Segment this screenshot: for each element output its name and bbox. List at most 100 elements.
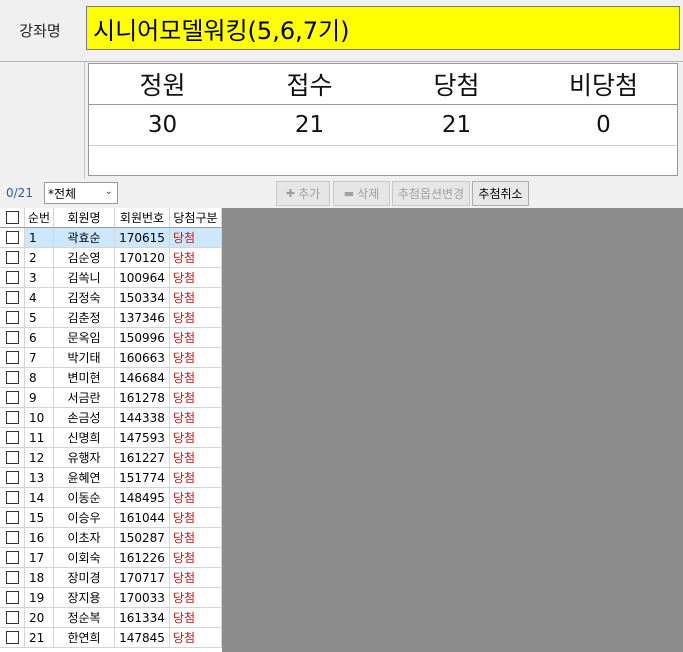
row-checkbox[interactable] — [0, 608, 25, 628]
select-all-checkbox[interactable] — [0, 208, 25, 228]
draw-status: 당첨 — [170, 268, 222, 288]
table-row[interactable]: 20 정순복 161334 당첨 — [0, 608, 222, 628]
course-name-text: 시니어모델워킹(5,6,7기) — [93, 16, 350, 45]
member-number: 147593 — [115, 428, 170, 448]
table-row[interactable]: 19 장지용 170033 당첨 — [0, 588, 222, 608]
member-name: 김쏙니 — [54, 268, 115, 288]
row-checkbox[interactable] — [0, 508, 25, 528]
row-checkbox[interactable] — [0, 628, 25, 648]
row-no: 5 — [25, 308, 54, 328]
row-checkbox[interactable] — [0, 568, 25, 588]
column-header-name[interactable]: 회원명 — [54, 208, 115, 228]
table-row[interactable]: 10 손금성 144338 당첨 — [0, 408, 222, 428]
column-header-no[interactable]: 순번 — [25, 208, 54, 228]
table-row[interactable]: 11 신명희 147593 당첨 — [0, 428, 222, 448]
checkbox-icon — [5, 291, 19, 304]
member-name: 이초자 — [54, 528, 115, 548]
member-name: 박기태 — [54, 348, 115, 368]
checkbox-icon — [5, 351, 19, 364]
table-row[interactable]: 21 한연희 147845 당첨 — [0, 628, 222, 648]
status-filter-select[interactable]: *전체 ⌄ — [44, 182, 118, 204]
draw-status: 당첨 — [170, 448, 222, 468]
draw-status: 당첨 — [170, 628, 222, 648]
row-no: 21 — [25, 628, 54, 648]
checkbox-icon — [5, 311, 19, 324]
row-checkbox[interactable] — [0, 548, 25, 568]
delete-button[interactable]: ▬ 삭제 — [333, 181, 390, 206]
cancel-draw-button[interactable]: 추첨취소 — [472, 181, 529, 206]
row-no: 18 — [25, 568, 54, 588]
checkbox-icon — [5, 211, 19, 224]
draw-status: 당첨 — [170, 308, 222, 328]
member-number: 170615 — [115, 228, 170, 248]
table-row[interactable]: 13 윤혜연 151774 당첨 — [0, 468, 222, 488]
add-button[interactable]: ✚ 추가 — [276, 181, 330, 206]
row-checkbox[interactable] — [0, 348, 25, 368]
member-number: 147845 — [115, 628, 170, 648]
table-row[interactable]: 5 김춘정 137346 당첨 — [0, 308, 222, 328]
row-checkbox[interactable] — [0, 408, 25, 428]
table-row[interactable]: 1 곽효순 170615 당첨 — [0, 228, 222, 248]
table-row[interactable]: 17 이회숙 161226 당첨 — [0, 548, 222, 568]
row-checkbox[interactable] — [0, 248, 25, 268]
row-checkbox[interactable] — [0, 368, 25, 388]
row-no: 3 — [25, 268, 54, 288]
member-name: 유행자 — [54, 448, 115, 468]
row-checkbox[interactable] — [0, 488, 25, 508]
selected-count: 0/21 — [6, 186, 33, 200]
checkbox-icon — [5, 431, 19, 444]
table-row[interactable]: 14 이동순 148495 당첨 — [0, 488, 222, 508]
row-checkbox[interactable] — [0, 388, 25, 408]
draw-status: 당첨 — [170, 348, 222, 368]
table-row[interactable]: 8 변미현 146684 당첨 — [0, 368, 222, 388]
dropdown-arrow-icon: ⌄ — [104, 186, 113, 197]
row-no: 7 — [25, 348, 54, 368]
row-checkbox[interactable] — [0, 328, 25, 348]
row-no: 4 — [25, 288, 54, 308]
table-row[interactable]: 18 장미경 170717 당첨 — [0, 568, 222, 588]
row-checkbox[interactable] — [0, 228, 25, 248]
checkbox-icon — [5, 491, 19, 504]
table-row[interactable]: 6 문옥임 150996 당첨 — [0, 328, 222, 348]
stats-header-row: 정원 접수 당첨 비당첨 — [89, 64, 677, 105]
row-no: 19 — [25, 588, 54, 608]
table-row[interactable]: 7 박기태 160663 당첨 — [0, 348, 222, 368]
table-row[interactable]: 15 이승우 161044 당첨 — [0, 508, 222, 528]
table-row[interactable]: 16 이초자 150287 당첨 — [0, 528, 222, 548]
table-row[interactable]: 3 김쏙니 100964 당첨 — [0, 268, 222, 288]
column-header-member-no[interactable]: 회원번호 — [115, 208, 170, 228]
stats-value-capacity: 30 — [147, 112, 178, 138]
row-checkbox[interactable] — [0, 428, 25, 448]
row-checkbox[interactable] — [0, 448, 25, 468]
member-number: 144338 — [115, 408, 170, 428]
row-checkbox[interactable] — [0, 268, 25, 288]
draw-status: 당첨 — [170, 428, 222, 448]
row-no: 13 — [25, 468, 54, 488]
row-checkbox[interactable] — [0, 468, 25, 488]
row-checkbox[interactable] — [0, 308, 25, 328]
row-no: 8 — [25, 368, 54, 388]
change-draw-option-label: 추첨옵션변경 — [397, 187, 465, 201]
table-row[interactable]: 12 유행자 161227 당첨 — [0, 448, 222, 468]
member-name: 서금란 — [54, 388, 115, 408]
column-header-status[interactable]: 당첨구분 — [170, 208, 222, 228]
row-no: 12 — [25, 448, 54, 468]
stats-value-row: 30 21 21 0 — [89, 105, 677, 146]
row-checkbox[interactable] — [0, 588, 25, 608]
change-draw-option-button[interactable]: 추첨옵션변경 — [392, 181, 470, 206]
stats-value-won: 21 — [441, 112, 472, 138]
row-checkbox[interactable] — [0, 288, 25, 308]
row-no: 1 — [25, 228, 54, 248]
member-number: 170120 — [115, 248, 170, 268]
delete-button-label: 삭제 — [357, 187, 380, 201]
table-row[interactable]: 2 김순영 170120 당첨 — [0, 248, 222, 268]
row-checkbox[interactable] — [0, 528, 25, 548]
table-row[interactable]: 9 서금란 161278 당첨 — [0, 388, 222, 408]
course-label: 강좌명 — [19, 21, 61, 40]
table-row[interactable]: 4 김정숙 150334 당첨 — [0, 288, 222, 308]
stats-header-applied: 접수 — [286, 71, 333, 100]
course-name-field[interactable]: 시니어모델워킹(5,6,7기) — [86, 6, 680, 50]
member-number: 151774 — [115, 468, 170, 488]
delete-icon: ▬ — [343, 187, 355, 200]
member-number: 170033 — [115, 588, 170, 608]
